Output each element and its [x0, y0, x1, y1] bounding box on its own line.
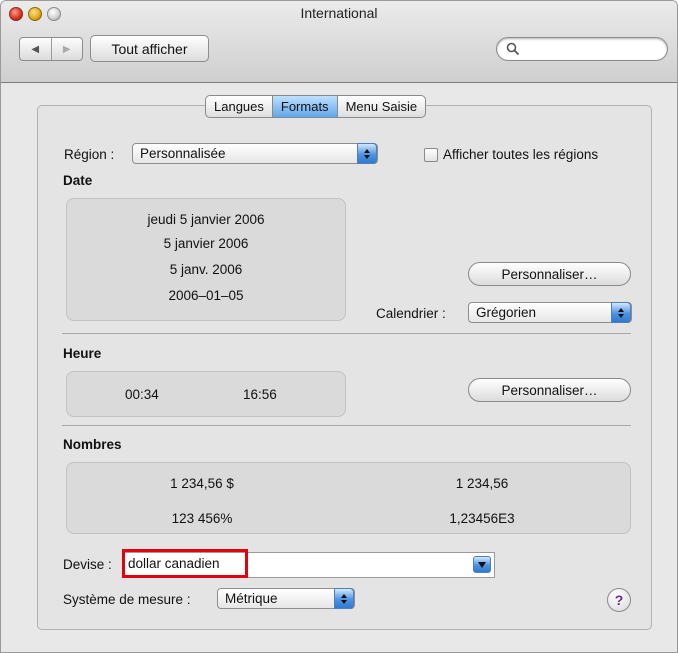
measure-label: Système de mesure : [63, 592, 191, 607]
number-currency-sample: 1 234,56 $ [170, 476, 234, 491]
show-all-regions-checkbox[interactable] [424, 148, 438, 162]
measure-value: Métrique [225, 591, 278, 606]
tab-formats[interactable]: Formats [271, 96, 337, 117]
time-long: 16:56 [243, 387, 277, 402]
date-long: 5 janvier 2006 [163, 236, 249, 251]
help-button[interactable]: ? [607, 588, 631, 612]
forward-arrow-icon[interactable]: ▶ [50, 38, 83, 60]
international-window: International ◀ ▶ Tout afficher Langues … [0, 0, 678, 653]
chevron-down-icon[interactable] [473, 556, 491, 573]
separator [62, 333, 631, 334]
time-short: 00:34 [125, 387, 159, 402]
popup-arrows-icon [334, 588, 354, 609]
title-bar: International ◀ ▶ Tout afficher [1, 1, 677, 83]
time-samples-box: 00:34 16:56 [66, 371, 346, 417]
popup-arrows-icon [611, 302, 631, 323]
currency-label: Devise : [63, 557, 112, 572]
window-title: International [300, 5, 378, 21]
preference-tabs: Langues Formats Menu Saisie [205, 95, 427, 118]
back-forward-control: ◀ ▶ [19, 37, 83, 61]
date-full: jeudi 5 janvier 2006 [147, 212, 265, 227]
time-heading: Heure [63, 346, 102, 361]
calendar-popup[interactable]: Grégorien [468, 302, 632, 323]
time-customize-button[interactable]: Personnaliser… [468, 378, 631, 402]
measure-popup[interactable]: Métrique [217, 588, 355, 609]
search-field[interactable] [496, 37, 668, 61]
show-all-regions-label: Afficher toutes les régions [443, 147, 599, 162]
number-percent-sample: 123 456% [171, 511, 233, 526]
tab-langues[interactable]: Langues [206, 96, 272, 117]
date-medium: 5 janv. 2006 [169, 262, 243, 277]
date-heading: Date [63, 173, 93, 188]
tab-menu-saisie[interactable]: Menu Saisie [336, 96, 426, 117]
numbers-samples-box: 1 234,56 $ 1 234,56 123 456% 1,23456E3 [66, 462, 631, 534]
separator [62, 425, 631, 426]
date-short: 2006–01–05 [168, 288, 244, 303]
popup-arrows-icon [357, 143, 377, 164]
calendar-value: Grégorien [476, 305, 537, 320]
date-customize-button[interactable]: Personnaliser… [468, 262, 631, 286]
number-decimal-sample: 1 234,56 [455, 476, 509, 491]
number-scientific-sample: 1,23456E3 [449, 511, 515, 526]
region-label: Région : [64, 147, 115, 162]
calendar-label: Calendrier : [376, 306, 446, 321]
back-arrow-icon[interactable]: ◀ [20, 38, 51, 60]
search-icon [506, 42, 520, 56]
numbers-heading: Nombres [63, 437, 122, 452]
date-samples-box: jeudi 5 janvier 2006 5 janvier 2006 5 ja… [66, 198, 346, 321]
show-all-button[interactable]: Tout afficher [90, 35, 209, 62]
region-popup[interactable]: Personnalisée [132, 143, 378, 164]
region-value: Personnalisée [140, 146, 226, 161]
currency-highlight-box [122, 549, 248, 578]
